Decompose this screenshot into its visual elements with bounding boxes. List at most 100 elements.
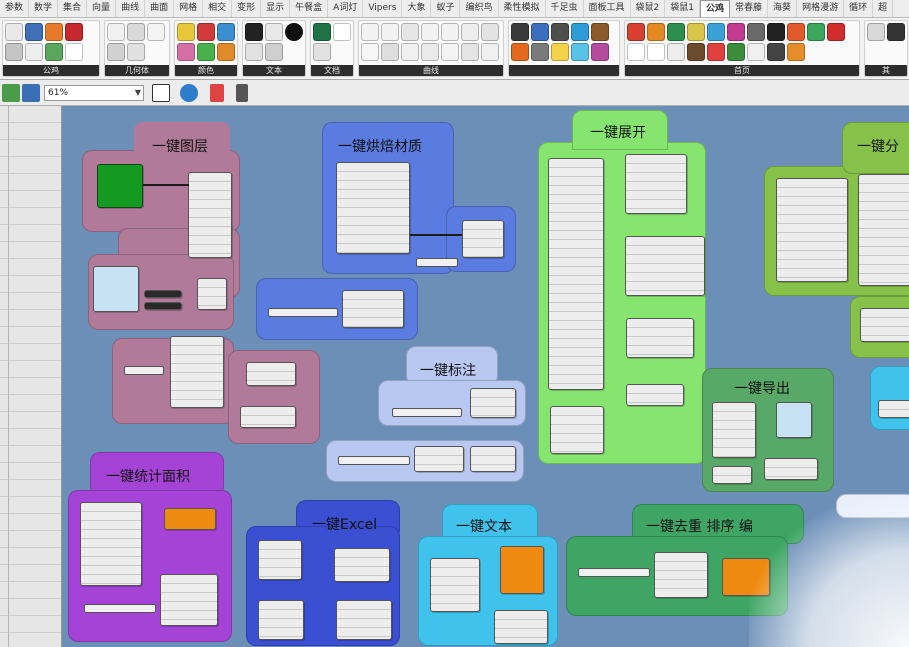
rooster-icon[interactable]	[45, 23, 63, 41]
red-block-icon[interactable]	[707, 43, 725, 61]
text-component-b[interactable]	[494, 610, 548, 644]
key-icon[interactable]	[531, 23, 549, 41]
preview-mode-icon[interactable]	[152, 84, 170, 102]
orange-block-icon[interactable]	[787, 43, 805, 61]
split-component-b[interactable]	[860, 308, 909, 342]
curve-icon[interactable]	[361, 23, 379, 41]
tab-panel-tools[interactable]: 面板工具	[584, 0, 631, 17]
polyline-icon[interactable]	[381, 23, 399, 41]
dedup-component[interactable]	[654, 552, 708, 598]
fire-icon[interactable]	[511, 43, 529, 61]
color-wheel-icon[interactable]	[217, 23, 235, 41]
text-component[interactable]	[430, 558, 480, 612]
frame-icon[interactable]	[747, 23, 765, 41]
tab-millipede[interactable]: 千足虫	[546, 0, 584, 17]
hsv-icon[interactable]	[217, 43, 235, 61]
annotate-slider[interactable]	[392, 408, 462, 417]
ellipse-icon[interactable]	[461, 23, 479, 41]
type-i-icon[interactable]	[667, 43, 685, 61]
annotate-component-c[interactable]	[470, 446, 516, 472]
tab-more[interactable]: 超	[873, 0, 894, 17]
tab-mesh[interactable]: 网格	[174, 0, 204, 17]
table-icon[interactable]	[313, 43, 331, 61]
layer-slider-a[interactable]	[144, 290, 182, 298]
unfold-component-a[interactable]	[625, 154, 687, 214]
water-icon[interactable]	[571, 43, 589, 61]
save-icon[interactable]	[25, 23, 43, 41]
unfold-component-b[interactable]	[625, 236, 705, 296]
split-list-component[interactable]	[776, 178, 848, 282]
marker-icon[interactable]	[210, 84, 224, 102]
cube-icon[interactable]	[127, 23, 145, 41]
zigzag-icon[interactable]	[421, 43, 439, 61]
tab-transform[interactable]: 变形	[232, 0, 262, 17]
drop-icon[interactable]	[707, 23, 725, 41]
document-icon[interactable]	[333, 23, 351, 41]
bake-component[interactable]	[462, 220, 504, 258]
star-icon[interactable]	[551, 43, 569, 61]
wrench-icon[interactable]	[867, 23, 885, 41]
spiral-icon[interactable]	[147, 23, 165, 41]
layer-blue-panel[interactable]	[93, 266, 139, 312]
tab-rooster[interactable]: 公鸡	[700, 0, 731, 17]
text-edit-icon[interactable]	[265, 43, 283, 61]
layer-attr-component[interactable]	[170, 336, 224, 408]
layer-slider[interactable]	[124, 366, 164, 375]
area-component-b[interactable]	[160, 574, 218, 626]
text-icon[interactable]	[245, 23, 263, 41]
text-orange-component[interactable]	[500, 546, 544, 594]
tab-params[interactable]: 参数	[0, 0, 30, 17]
wood-icon[interactable]	[591, 23, 609, 41]
tab-ivy[interactable]: 常春藤	[730, 0, 769, 17]
tab-math[interactable]: 数学	[29, 0, 59, 17]
zoom-select[interactable]: 61% ▼	[44, 85, 144, 101]
text-tag-icon[interactable]	[245, 43, 263, 61]
pointer-icon[interactable]	[511, 23, 529, 41]
text-align-icon[interactable]	[265, 23, 283, 41]
tab-mosquito[interactable]: 蚁子	[431, 0, 461, 17]
arc-icon[interactable]	[481, 23, 499, 41]
open-file-icon[interactable]	[2, 84, 20, 102]
sq-icon[interactable]	[571, 23, 589, 41]
layer-output-a[interactable]	[246, 362, 296, 386]
circle-icon[interactable]	[421, 23, 439, 41]
green-leaf-icon[interactable]	[727, 43, 745, 61]
group-right-cut[interactable]	[870, 366, 909, 430]
flag-icon[interactable]	[65, 23, 83, 41]
tab-kangaroo2[interactable]: 袋鼠2	[631, 0, 666, 17]
plant-icon[interactable]	[667, 23, 685, 41]
grid-snap-icon[interactable]	[531, 43, 549, 61]
annotate-component-b[interactable]	[414, 446, 464, 472]
sketch-icon[interactable]	[236, 84, 248, 102]
tab-kangaroo1[interactable]: 袋鼠1	[665, 0, 701, 17]
tab-weaverbird[interactable]: 编织鸟	[460, 0, 499, 17]
offset-icon[interactable]	[401, 23, 419, 41]
layer-icon[interactable]	[5, 43, 23, 61]
flower-icon[interactable]	[591, 43, 609, 61]
wave-icon[interactable]	[441, 23, 459, 41]
tab-intersect[interactable]: 相交	[203, 0, 233, 17]
tab-a-word-lamp[interactable]: A词灯	[328, 0, 364, 17]
tab-mesh-walker[interactable]: 网格漫游	[797, 0, 845, 17]
brown-block-icon[interactable]	[687, 43, 705, 61]
excel-component-c[interactable]	[258, 600, 304, 640]
tab-vector[interactable]: 向量	[87, 0, 117, 17]
color-swatch-icon[interactable]	[197, 23, 215, 41]
unfold-component-c[interactable]	[626, 318, 694, 358]
unfold-component-d[interactable]	[550, 406, 604, 454]
tab-sets[interactable]: 集合	[58, 0, 88, 17]
paint-icon[interactable]	[647, 23, 665, 41]
excel-component-d[interactable]	[336, 600, 392, 640]
bubble-icon[interactable]	[727, 23, 745, 41]
right-cut-component[interactable]	[878, 400, 909, 418]
green-square-icon[interactable]	[807, 23, 825, 41]
m3-icon[interactable]	[647, 43, 665, 61]
spline-icon[interactable]	[361, 43, 379, 61]
export-file-component[interactable]	[776, 402, 812, 438]
layer-green-panel[interactable]	[97, 164, 143, 208]
layer-output-b[interactable]	[240, 406, 296, 428]
grid-icon[interactable]	[107, 23, 125, 41]
palette-red-icon[interactable]	[627, 23, 645, 41]
gradient-icon[interactable]	[177, 43, 195, 61]
unfold-component-e[interactable]	[626, 384, 684, 406]
